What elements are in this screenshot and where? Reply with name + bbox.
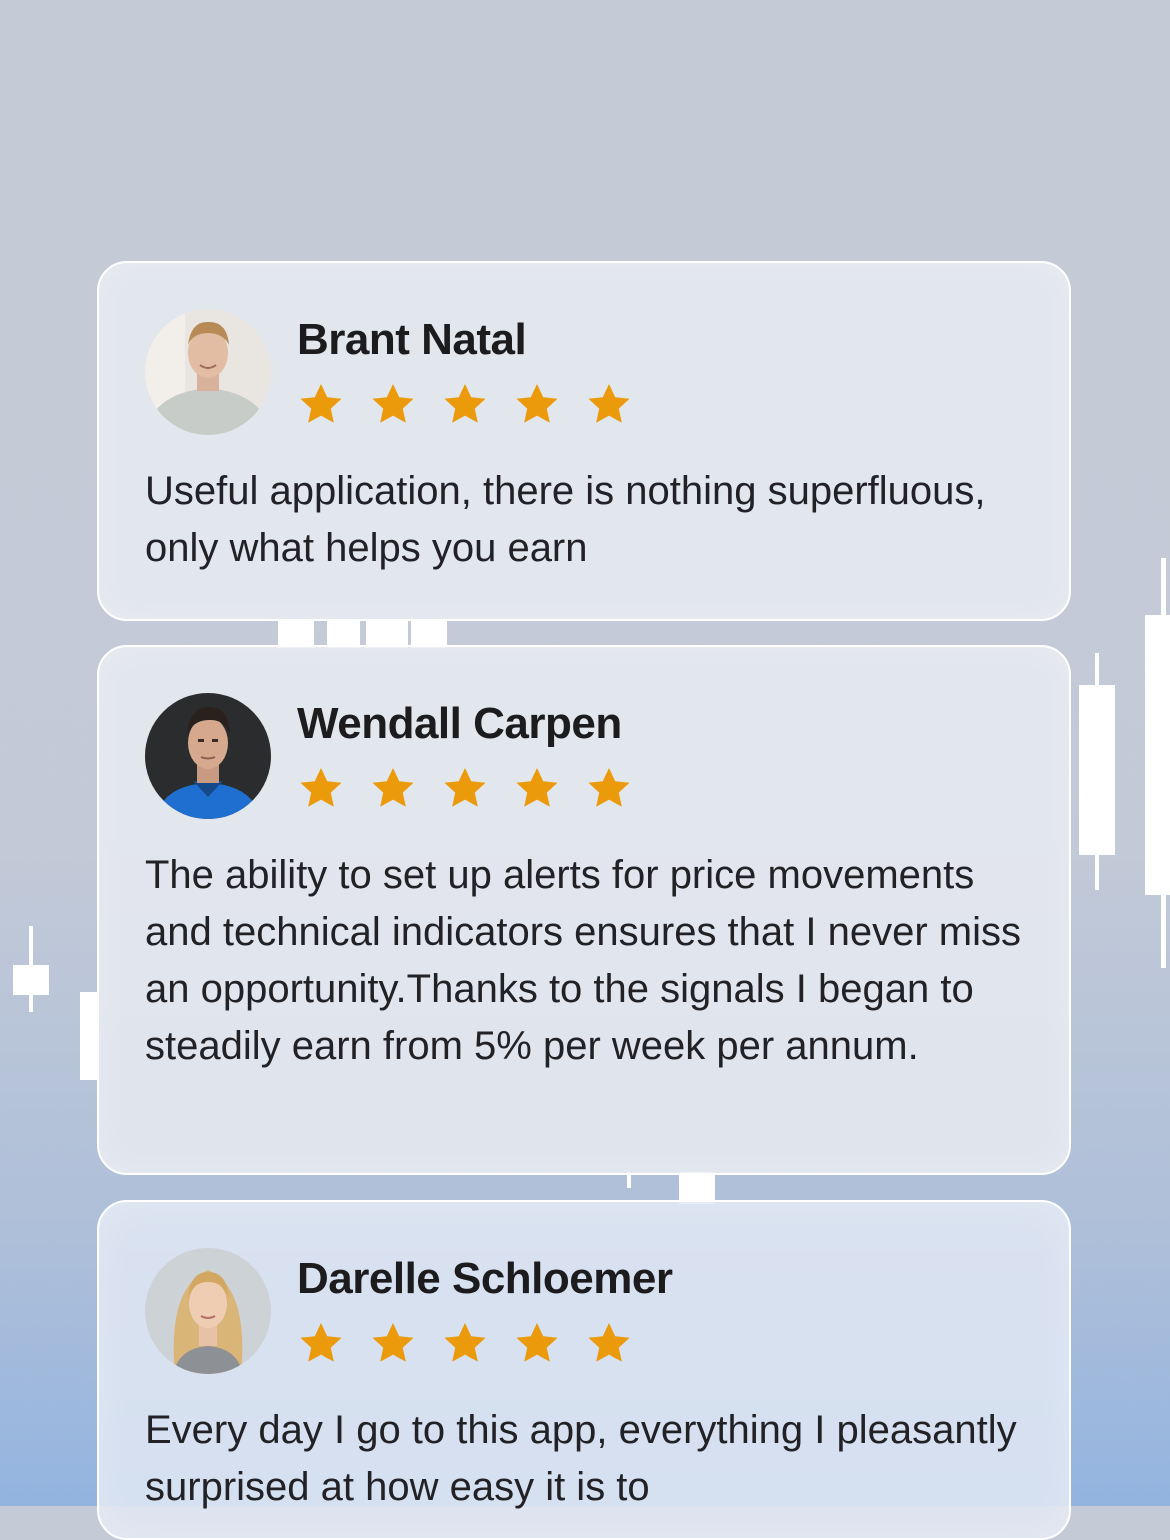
star-icon	[372, 384, 414, 423]
reviewer-name: Darelle Schloemer	[297, 1254, 673, 1303]
star-icon	[588, 768, 630, 807]
avatar	[145, 693, 271, 819]
star-icon	[372, 1323, 414, 1362]
star-icon	[444, 768, 486, 807]
review-text: Useful application, there is nothing sup…	[145, 469, 986, 570]
star-icon	[516, 768, 558, 807]
star-icon	[300, 768, 342, 807]
reviewer-name: Brant Natal	[297, 315, 527, 364]
review-text: Every day I go to this app, everything I…	[145, 1408, 1017, 1509]
star-rating	[297, 381, 633, 429]
avatar	[145, 309, 271, 435]
review-card: Darelle Schloemer Every day I go to this…	[97, 1200, 1071, 1540]
review-text: The ability to set up alerts for price m…	[145, 853, 1021, 1068]
star-icon	[588, 1323, 630, 1362]
review-card: Wendall Carpen The ability to set up ale…	[97, 645, 1071, 1175]
star-icon	[444, 384, 486, 423]
review-card: Brant Natal Useful application, there is…	[97, 261, 1071, 621]
star-icon	[516, 1323, 558, 1362]
star-icon	[300, 1323, 342, 1362]
star-icon	[588, 384, 630, 423]
star-icon	[372, 768, 414, 807]
star-rating	[297, 1320, 633, 1368]
reviewer-name: Wendall Carpen	[297, 699, 622, 748]
avatar	[145, 1248, 271, 1374]
star-icon	[300, 384, 342, 423]
star-icon	[516, 384, 558, 423]
star-icon	[444, 1323, 486, 1362]
star-rating	[297, 765, 633, 813]
